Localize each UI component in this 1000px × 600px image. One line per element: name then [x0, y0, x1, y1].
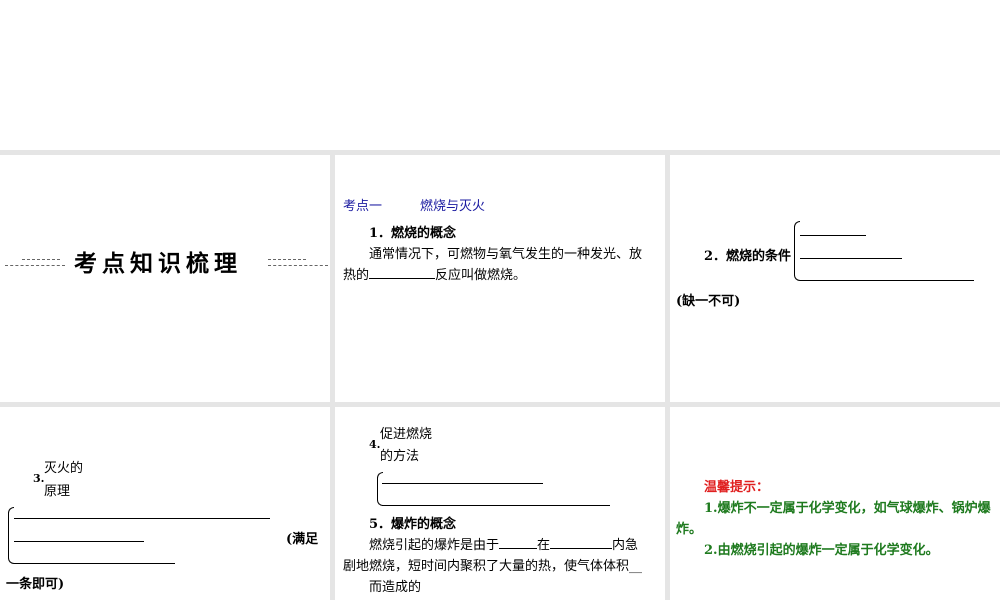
- brace: [794, 221, 800, 281]
- slide-thumbnail-4[interactable]: 灭火的 3. 原理 (满足 一条即可): [0, 407, 330, 600]
- blank: [14, 541, 144, 542]
- section-title: 考点知识梳理: [74, 251, 242, 277]
- label: 灭火的: [44, 461, 84, 476]
- text-line: 燃烧引起的爆炸是由于 在 内急: [369, 534, 638, 553]
- slide-thumbnail-6[interactable]: 温馨提示： 1.爆炸不一定属于化学变化，如气球爆炸、锅炉爆 炸。 2.由燃烧引起…: [670, 407, 1000, 600]
- topic-label: 考点一: [343, 199, 383, 214]
- blank: [800, 280, 974, 281]
- blank: [800, 235, 866, 236]
- label: 的方法: [380, 449, 420, 464]
- label: 原理: [44, 484, 71, 499]
- tip-line: 2.由燃烧引起的爆炸一定属于化学变化。: [704, 543, 939, 558]
- divider-right-short: [268, 259, 306, 260]
- note: (缺一不可): [676, 294, 741, 309]
- text: 热的: [343, 268, 370, 283]
- blank: [499, 548, 538, 549]
- text: 内急: [612, 538, 639, 553]
- text-line: 剧地燃烧，短时间内聚积了大量的热，使气体体积__: [343, 559, 643, 574]
- topic-title: 燃烧与灭火: [420, 199, 486, 214]
- item-heading: 1．燃烧的概念: [369, 226, 457, 241]
- item-heading: 2．燃烧的条件: [704, 249, 792, 264]
- label: 促进燃烧: [380, 427, 433, 442]
- text-line: 而造成的: [369, 580, 422, 595]
- slide-thumbnail-1[interactable]: 考点知识梳理: [0, 155, 330, 402]
- blank: [369, 278, 436, 279]
- slide-thumbnail-5[interactable]: 促进燃烧 4. 的方法 5．爆炸的概念 燃烧引起的爆炸是由于 在 内急 剧地燃烧，短…: [335, 407, 665, 600]
- item-heading: 5．爆炸的概念: [369, 517, 457, 532]
- slide-thumbnail-2[interactable]: 考点一 燃烧与灭火 1．燃烧的概念 通常情况下，可燃物与氧气发生的一种发光、放 …: [335, 155, 665, 402]
- divider-right: [268, 265, 328, 266]
- brace: [377, 472, 383, 506]
- blank: [14, 518, 270, 519]
- text-line: 通常情况下，可燃物与氧气发生的一种发光、放: [369, 247, 643, 262]
- tip-title: 温馨提示：: [704, 480, 770, 495]
- note: 一条即可): [6, 577, 65, 592]
- brace: [8, 507, 14, 564]
- blank: [382, 483, 543, 484]
- note: (满足: [286, 532, 319, 547]
- blank: [550, 548, 613, 549]
- blank: [800, 258, 902, 259]
- text: 燃烧引起的爆炸是由于: [369, 538, 500, 553]
- blank: [382, 505, 610, 506]
- tip-line: 炸。: [676, 522, 703, 537]
- text: 反应叫做燃烧。: [435, 268, 527, 283]
- divider-left-short: [22, 259, 60, 260]
- divider-left: [5, 265, 65, 266]
- number: 4.: [369, 438, 381, 451]
- slide-thumbnail-3[interactable]: 2．燃烧的条件 (缺一不可): [670, 155, 1000, 402]
- text: 在: [537, 538, 551, 553]
- number: 3.: [33, 472, 45, 485]
- tip-line: 1.爆炸不一定属于化学变化，如气球爆炸、锅炉爆: [704, 501, 991, 516]
- text-line: 热的 反应叫做燃烧。: [343, 264, 526, 283]
- blank: [14, 563, 175, 564]
